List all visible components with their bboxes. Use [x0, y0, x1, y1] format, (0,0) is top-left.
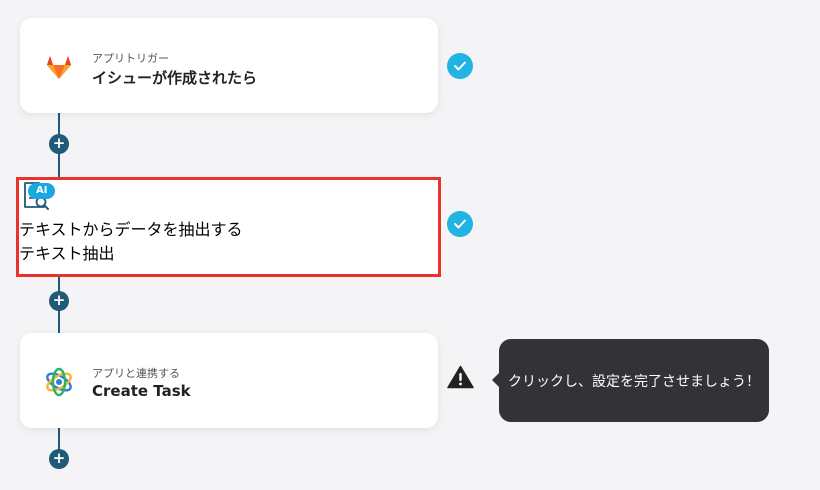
step-title: テキスト抽出	[19, 244, 115, 263]
step-card-trigger[interactable]: アプリトリガー イシューが作成されたら	[20, 18, 438, 113]
step-subtitle: アプリトリガー	[92, 52, 169, 65]
setup-tooltip: クリックし、設定を完了させましょう！	[492, 339, 769, 422]
app-logo-icon	[42, 365, 76, 399]
step-title: イシューが作成されたら	[92, 69, 258, 87]
flow-connector	[58, 310, 60, 334]
step-subtitle: アプリと連携する	[92, 367, 180, 380]
add-step-button[interactable]: +	[49, 449, 69, 469]
ai-badge: AI	[28, 183, 56, 199]
flow-connector	[58, 428, 60, 450]
step-title: Create Task	[92, 382, 191, 400]
step-subtitle: テキストからデータを抽出する	[19, 220, 243, 239]
step-card-ai-extract[interactable]: テキストからデータを抽出する テキスト抽出	[16, 177, 441, 277]
step-card-create-task[interactable]: アプリと連携する Create Task	[20, 333, 438, 428]
completed-check-icon	[447, 53, 473, 79]
gitlab-icon	[42, 50, 76, 84]
warning-icon	[447, 365, 474, 393]
add-step-button[interactable]: +	[49, 291, 69, 311]
document-search-icon	[19, 180, 438, 216]
add-step-button[interactable]: +	[49, 134, 69, 154]
flow-connector	[58, 113, 60, 135]
completed-check-icon	[447, 211, 473, 237]
tooltip-text: クリックし、設定を完了させましょう！	[508, 373, 760, 390]
flow-connector	[58, 153, 60, 178]
